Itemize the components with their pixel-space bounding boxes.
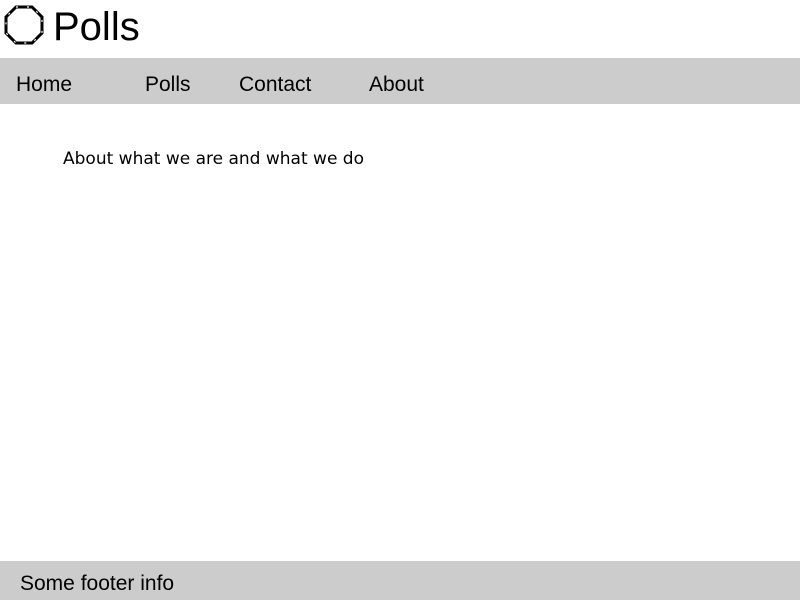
site-footer: Some footer info (0, 561, 800, 600)
page: Polls Home Polls Contact About About wha… (0, 0, 800, 600)
nav-item-contact[interactable]: Contact (239, 58, 311, 104)
nav-item-about[interactable]: About (369, 58, 424, 104)
main-content: About what we are and what we do (0, 104, 800, 561)
octagon-logo-icon (4, 5, 44, 45)
site-title: Polls (53, 5, 140, 49)
about-description: About what we are and what we do (63, 149, 365, 169)
footer-info: Some footer info (20, 572, 175, 595)
nav-item-polls[interactable]: Polls (145, 58, 191, 104)
nav-item-home[interactable]: Home (16, 58, 72, 104)
site-header: Polls (0, 0, 800, 58)
main-navigation: Home Polls Contact About (0, 58, 800, 104)
